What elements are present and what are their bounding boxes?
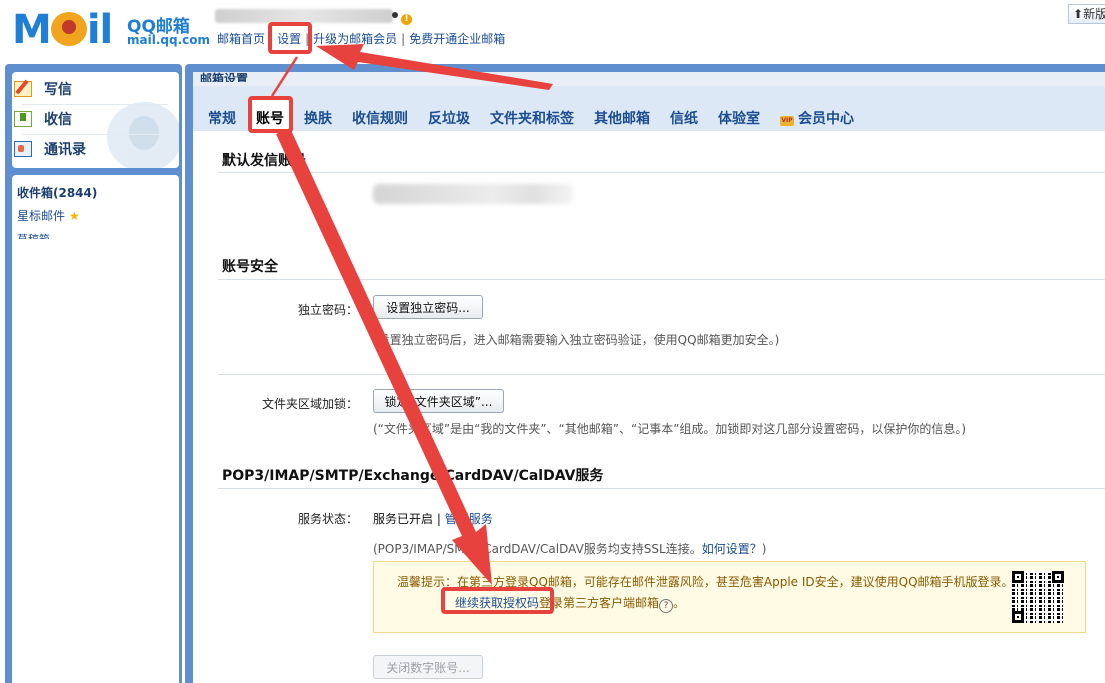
sidebar-item-label: 通讯录 xyxy=(44,142,86,158)
highlight-account-tab-box xyxy=(248,96,293,133)
help-icon[interactable]: ? xyxy=(659,599,674,613)
nav-enterprise-mail[interactable]: 免费开通企业邮箱 xyxy=(409,32,505,46)
tab-stationery[interactable]: 信纸 xyxy=(670,108,698,128)
contacts-icon xyxy=(14,141,32,157)
folder-inbox[interactable]: 收件箱(2844) xyxy=(17,184,97,201)
folder-drafts[interactable]: 草稿箱 xyxy=(17,231,50,239)
sidebar-item-label: 写信 xyxy=(44,82,72,98)
qq-mail-logo[interactable]: Mil QQ邮箱 mail.qq.com xyxy=(12,7,210,53)
logo-domain: mail.qq.com xyxy=(127,33,210,47)
section-default-account: 默认发信账号 xyxy=(222,153,306,169)
highlight-auth-code-box xyxy=(441,587,554,614)
main-titlebar xyxy=(193,72,1105,86)
how-to-setup-link[interactable]: 如何设置？ xyxy=(702,542,762,556)
tip-text-end: 。 xyxy=(673,596,686,610)
tab-lab[interactable]: 体验室 xyxy=(718,108,760,128)
section-account-security: 账号安全 xyxy=(222,259,278,275)
tab-label: 会员中心 xyxy=(798,111,854,127)
lock-folder-area-button[interactable]: 锁定“文件夹区域”... xyxy=(373,389,504,413)
folder-starred[interactable]: 星标邮件 ★ xyxy=(17,207,80,224)
nav-separator: | xyxy=(401,32,406,46)
tab-mail-rules[interactable]: 收信规则 xyxy=(352,108,408,128)
service-status: 服务已开启 | 管理服务 xyxy=(373,512,493,526)
ssl-hint: (POP3/IMAP/SMTP/CardDAV/CalDAV服务均支持SSL连接… xyxy=(373,540,766,557)
qr-code-icon xyxy=(1012,571,1064,623)
sidebar-item-label: 收信 xyxy=(44,112,72,128)
highlight-settings-box xyxy=(268,22,312,54)
new-version-button[interactable]: ⬆新版 xyxy=(1068,4,1105,24)
new-version-label: 新版 xyxy=(1083,7,1105,21)
nav-upgrade-vip[interactable]: 升级为邮箱会员 xyxy=(313,32,397,46)
write-icon xyxy=(14,81,32,97)
tab-folders-labels[interactable]: 文件夹和标签 xyxy=(490,108,574,128)
folder-lock-label: 文件夹区域加锁： xyxy=(262,397,359,411)
password-hint: (设置独立密码后，进入邮箱需要输入独立密码验证，使用QQ邮箱更加安全。) xyxy=(373,333,780,347)
close-digital-account-button[interactable]: 关闭数字账号... xyxy=(373,655,483,679)
star-icon: ★ xyxy=(69,209,80,223)
service-status-text: 服务已开启 xyxy=(373,512,434,526)
divider xyxy=(218,172,1105,173)
set-password-button[interactable]: 设置独立密码... xyxy=(373,295,483,319)
tab-anti-spam[interactable]: 反垃圾 xyxy=(428,108,470,128)
qr-corner xyxy=(1052,571,1064,583)
folder-label: 星标邮件 xyxy=(17,209,66,223)
account-dropdown-icon[interactable] xyxy=(392,12,398,18)
nav-mail-home[interactable]: 邮箱首页 xyxy=(217,32,265,46)
top-nav: 邮箱首页 | 设置 | 升级为邮箱会员 | 免费开通企业邮箱 xyxy=(217,30,505,47)
divider xyxy=(218,279,1105,280)
tab-skin[interactable]: 换肤 xyxy=(304,108,332,128)
ssl-hint-text: (POP3/IMAP/SMTP/CardDAV/CalDAV服务均支持SSL连接… xyxy=(373,542,702,556)
top-header: Mil QQ邮箱 mail.qq.com ! 邮箱首页 | 设置 | 升级为邮箱会员 | 免… xyxy=(0,0,1105,64)
divider xyxy=(218,374,1105,375)
warning-icon[interactable]: ! xyxy=(401,14,412,25)
account-name-redacted xyxy=(215,9,393,23)
logo-bell-icon xyxy=(50,12,87,46)
receive-icon xyxy=(14,111,32,127)
manage-service-link[interactable]: 管理服务 xyxy=(445,512,493,526)
penguin-watermark-icon xyxy=(107,102,179,168)
divider xyxy=(22,134,168,135)
default-account-redacted xyxy=(373,184,573,204)
sidebar-item-contacts[interactable]: 通讯录 xyxy=(14,137,86,161)
divider xyxy=(22,104,168,105)
tab-general[interactable]: 常规 xyxy=(208,108,236,128)
sidebar-item-write[interactable]: 写信 xyxy=(14,77,72,101)
tip-text-rest: 登录第三方客户端邮箱 xyxy=(539,596,660,610)
ssl-hint-close: ) xyxy=(761,542,767,556)
independent-password-label: 独立密码： xyxy=(298,303,359,317)
tab-other-mailboxes[interactable]: 其他邮箱 xyxy=(594,108,650,128)
sidebar-item-receive[interactable]: 收信 xyxy=(14,107,72,131)
divider xyxy=(218,488,1105,489)
service-status-label: 服务状态： xyxy=(298,512,359,526)
folder-list xyxy=(12,175,179,683)
qr-corner xyxy=(1012,611,1024,623)
vip-icon: VIP xyxy=(780,116,794,126)
page-title: 邮箱设置 xyxy=(200,72,249,82)
tab-member-center[interactable]: VIP 会员中心 xyxy=(780,108,854,128)
qr-corner xyxy=(1012,571,1024,583)
folder-lock-hint: (“文件夹区域”是由“我的文件夹”、“其他邮箱”、“记事本”组成。加锁即对这几部… xyxy=(373,422,967,436)
up-arrow-icon: ⬆ xyxy=(1073,7,1084,21)
section-pop3-service: POP3/IMAP/SMTP/Exchange/CardDAV/CalDAV服务 xyxy=(222,468,604,484)
logo-wordmark: Mil xyxy=(12,7,113,53)
